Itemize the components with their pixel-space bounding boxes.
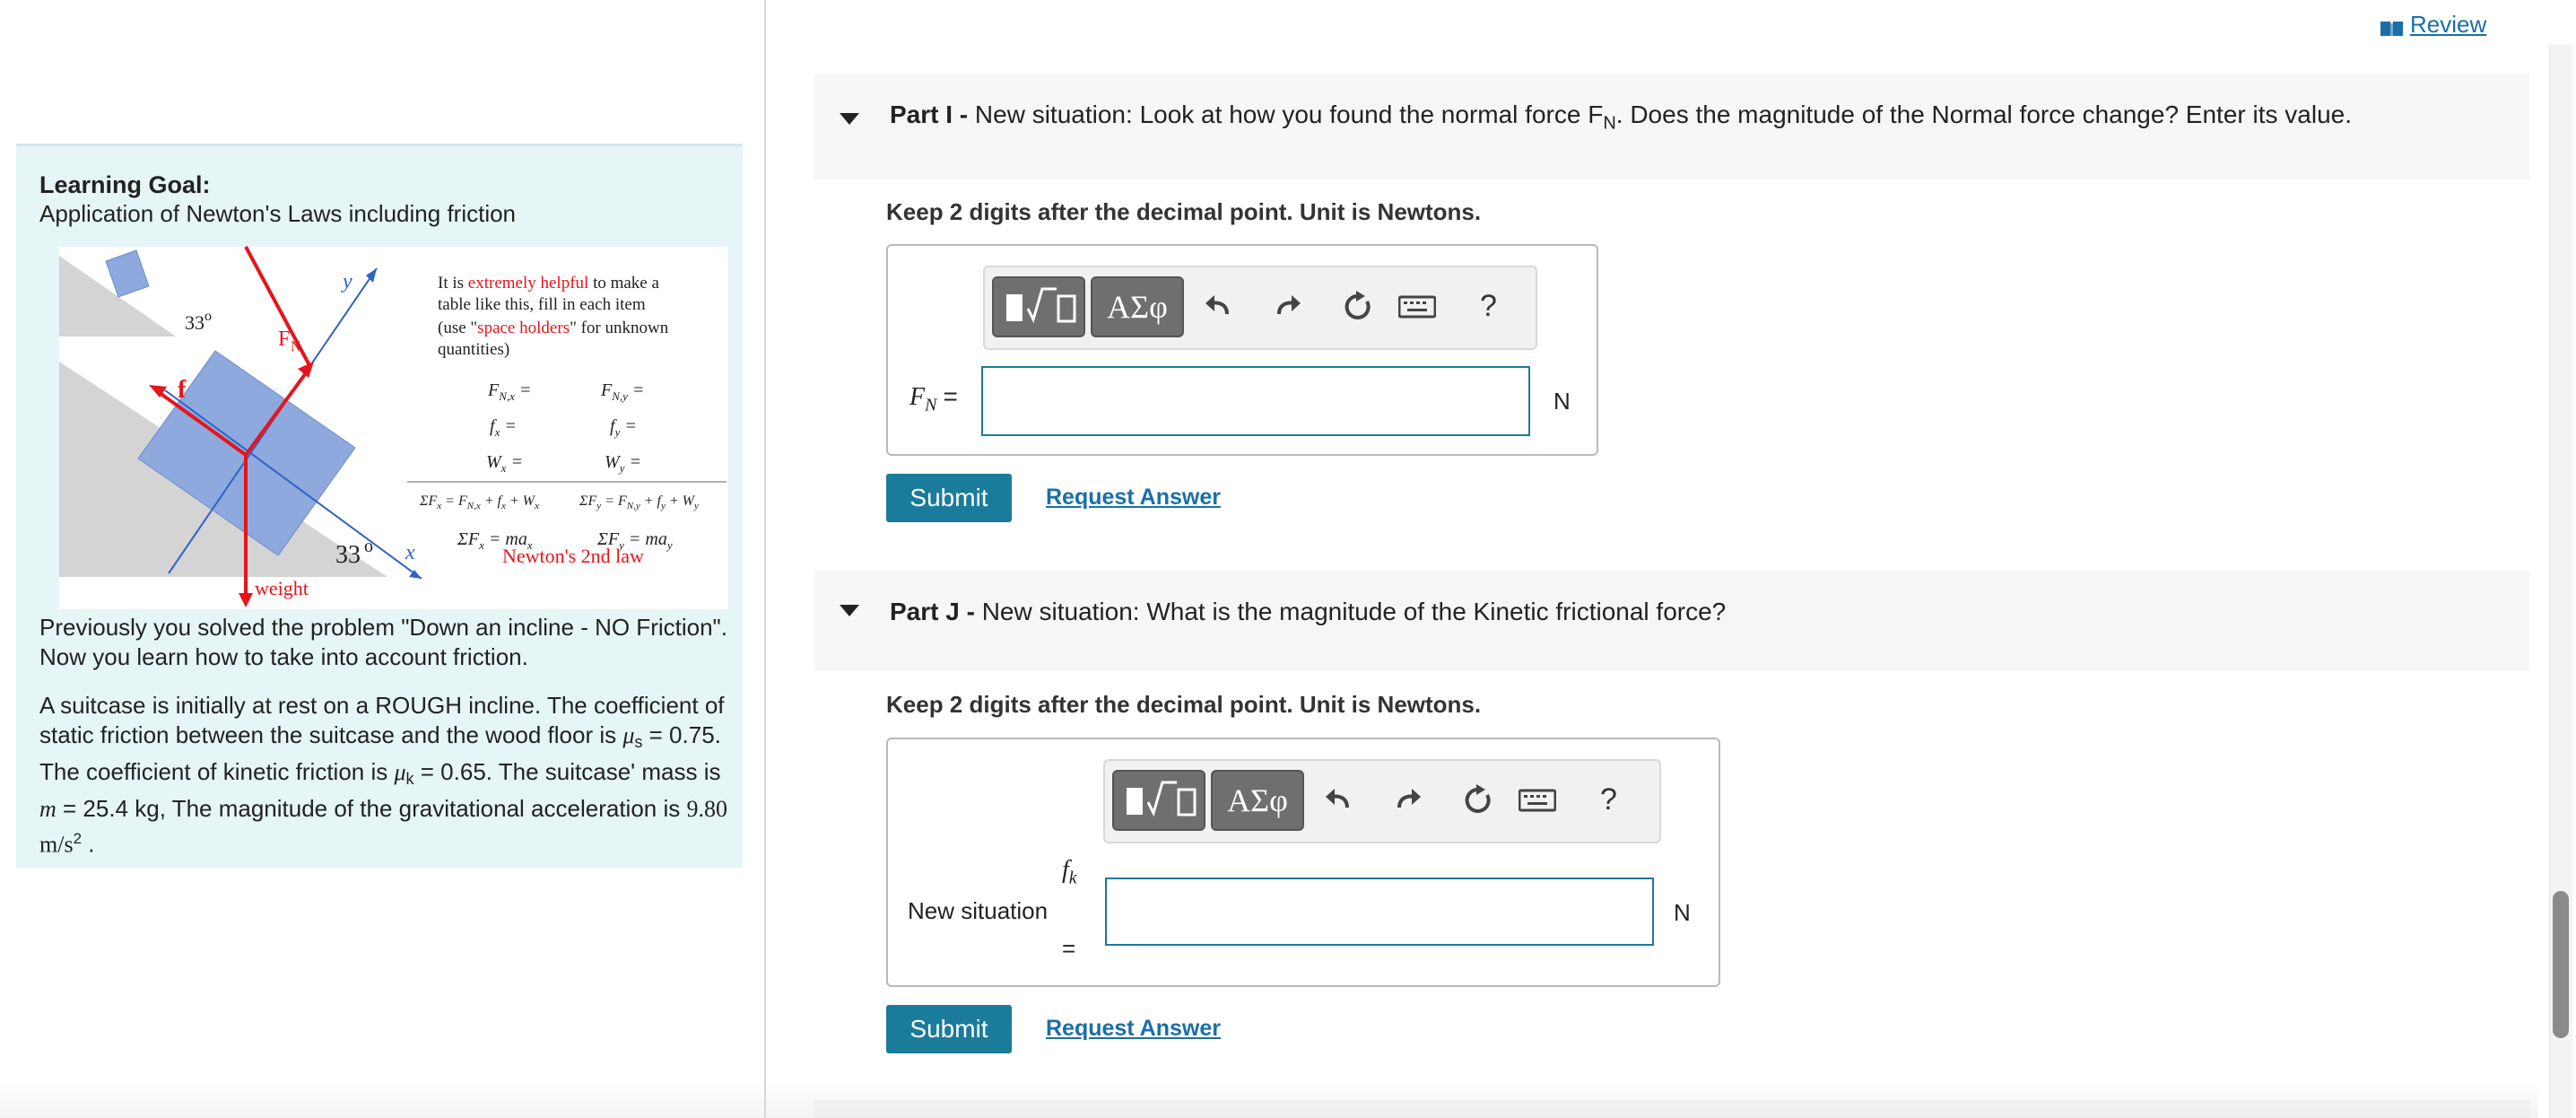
redo-icon[interactable] (1390, 782, 1426, 818)
incline-diagram: 33 o y x F N f weight 33 o It is extreme… (59, 246, 727, 607)
table-fx: fx = (490, 416, 517, 439)
part-j-answer-input[interactable] (1105, 878, 1654, 946)
greek-symbols-button[interactable]: ΑΣφ (1091, 276, 1184, 337)
component-table: FN,x = FN,y = fx = fy = Wx = Wy = ΣFx = … (407, 380, 727, 552)
part-j-math-toolbar: ΑΣφ ? (1103, 759, 1661, 843)
table-wy: Wy = (605, 452, 641, 475)
templates-button[interactable] (992, 276, 1085, 337)
part-j-question: Part J - New situation: What is the magn… (890, 598, 1727, 625)
mu-k-value: = 0.65 (413, 758, 486, 785)
newton-law-label: Newton's 2nd law (502, 545, 644, 567)
table-fnx: FN,x = (487, 380, 531, 403)
part-i-instruction: Keep 2 digits after the decimal point. U… (886, 198, 1482, 225)
small-degree-mark: o (205, 309, 212, 324)
small-suitcase (105, 249, 150, 298)
part-j-unit: N (1674, 899, 1691, 926)
part-j-header[interactable]: Part J - New situation: What is the magn… (814, 571, 2529, 671)
templates-icon (1006, 287, 1076, 324)
help-button[interactable]: ? (1600, 782, 1617, 817)
part-i-answer-input[interactable] (981, 366, 1530, 436)
weight-label: weight (255, 577, 309, 599)
greek-symbols-button[interactable]: ΑΣφ (1211, 770, 1304, 831)
learning-goal-pane: Learning Goal: Application of Newton's L… (0, 0, 766, 1118)
collapse-caret-icon[interactable] (840, 113, 859, 125)
table-sum-fy: ΣFy = FN,y + fy + Wy (579, 493, 699, 511)
note-line-3: (use "space holders" for unknown (438, 319, 669, 337)
note-line-1: It is extremely helpful to make a (438, 274, 659, 293)
next-part-header[interactable] (814, 1100, 2529, 1118)
part-i-submit-button[interactable]: Submit (886, 474, 1012, 522)
incline-figure: 33 o y x F N f weight 33 o It is extreme… (59, 246, 728, 609)
help-button[interactable]: ? (1480, 289, 1497, 324)
review-label[interactable]: Review (2410, 11, 2486, 39)
x-axis-label: x (405, 541, 415, 564)
undo-icon[interactable] (1200, 289, 1236, 325)
big-angle-label: 33 (335, 541, 361, 569)
part-j-variable-label: fk (1062, 856, 1077, 888)
table-sum-fx: ΣFx = FN,x + fx + Wx (419, 493, 539, 511)
weight-arrowhead (239, 593, 253, 607)
table-wx: Wx = (486, 452, 523, 475)
part-j-request-answer-link[interactable]: Request Answer (1046, 1016, 1221, 1042)
big-degree-mark: o (364, 537, 373, 556)
goal-subtitle: Application of Newton's Laws including f… (39, 200, 517, 227)
y-axis-label: y (341, 270, 352, 293)
part-i-answer-box: ΑΣφ ? FN = N (886, 244, 1598, 456)
part-j-instruction: Keep 2 digits after the decimal point. U… (886, 691, 1482, 718)
keyboard-icon[interactable] (1516, 782, 1559, 818)
mass-symbol: m (39, 796, 57, 822)
part-i-request-answer-link[interactable]: Request Answer (1046, 485, 1221, 511)
part-i-header[interactable]: Part I - New situation: Look at how you … (814, 74, 2529, 179)
friction-label: f (178, 376, 187, 404)
table-fy: fy = (610, 416, 637, 439)
collapse-caret-icon[interactable] (840, 605, 859, 616)
templates-icon (1127, 781, 1197, 817)
goal-title: Learning Goal: (39, 171, 211, 198)
part-i-variable-label: FN = (909, 382, 958, 415)
part-i-question: Part I - New situation: Look at how you … (890, 100, 2352, 134)
mu-k-symbol: μ (394, 759, 406, 785)
part-j-answer-box: ΑΣφ ? New situation fk = N (886, 738, 1720, 987)
mass-value: = 25.4 kg (56, 795, 160, 822)
mu-s-value: = 0.75 (642, 721, 715, 748)
part-j-label-text: New situation (908, 897, 1049, 924)
table-fny: FN,y = (600, 380, 644, 403)
note-line-2: table like this, fill in each item (438, 295, 646, 314)
intro-paragraph: Previously you solved the problem "Down … (39, 614, 727, 670)
redo-icon[interactable] (1270, 289, 1306, 325)
book-icon (2380, 16, 2405, 36)
review-link[interactable]: Review (2380, 11, 2486, 39)
templates-button[interactable] (1112, 770, 1205, 831)
fn-label: F (278, 328, 290, 351)
reset-icon[interactable] (1460, 782, 1496, 818)
undo-icon[interactable] (1320, 782, 1356, 818)
part-j-submit-button[interactable]: Submit (886, 1005, 1012, 1053)
part-j-equals: = (1062, 935, 1076, 962)
scrollbar-thumb[interactable] (2553, 891, 2569, 1038)
note-line-4: quantities) (438, 340, 509, 359)
problem-statement: A suitcase is initially at rest on a ROU… (39, 692, 727, 858)
small-angle-label: 33 (185, 311, 205, 334)
mu-s-symbol: μ (622, 722, 635, 748)
keyboard-icon[interactable] (1396, 289, 1439, 325)
normal-force-arrowhead (298, 362, 314, 378)
fn-label-sub: N (291, 339, 301, 354)
part-i-math-toolbar: ΑΣφ ? (983, 266, 1537, 350)
part-i-unit: N (1553, 388, 1571, 415)
reset-icon[interactable] (1340, 289, 1376, 325)
learning-goal-box: Learning Goal: Application of Newton's L… (16, 144, 743, 868)
